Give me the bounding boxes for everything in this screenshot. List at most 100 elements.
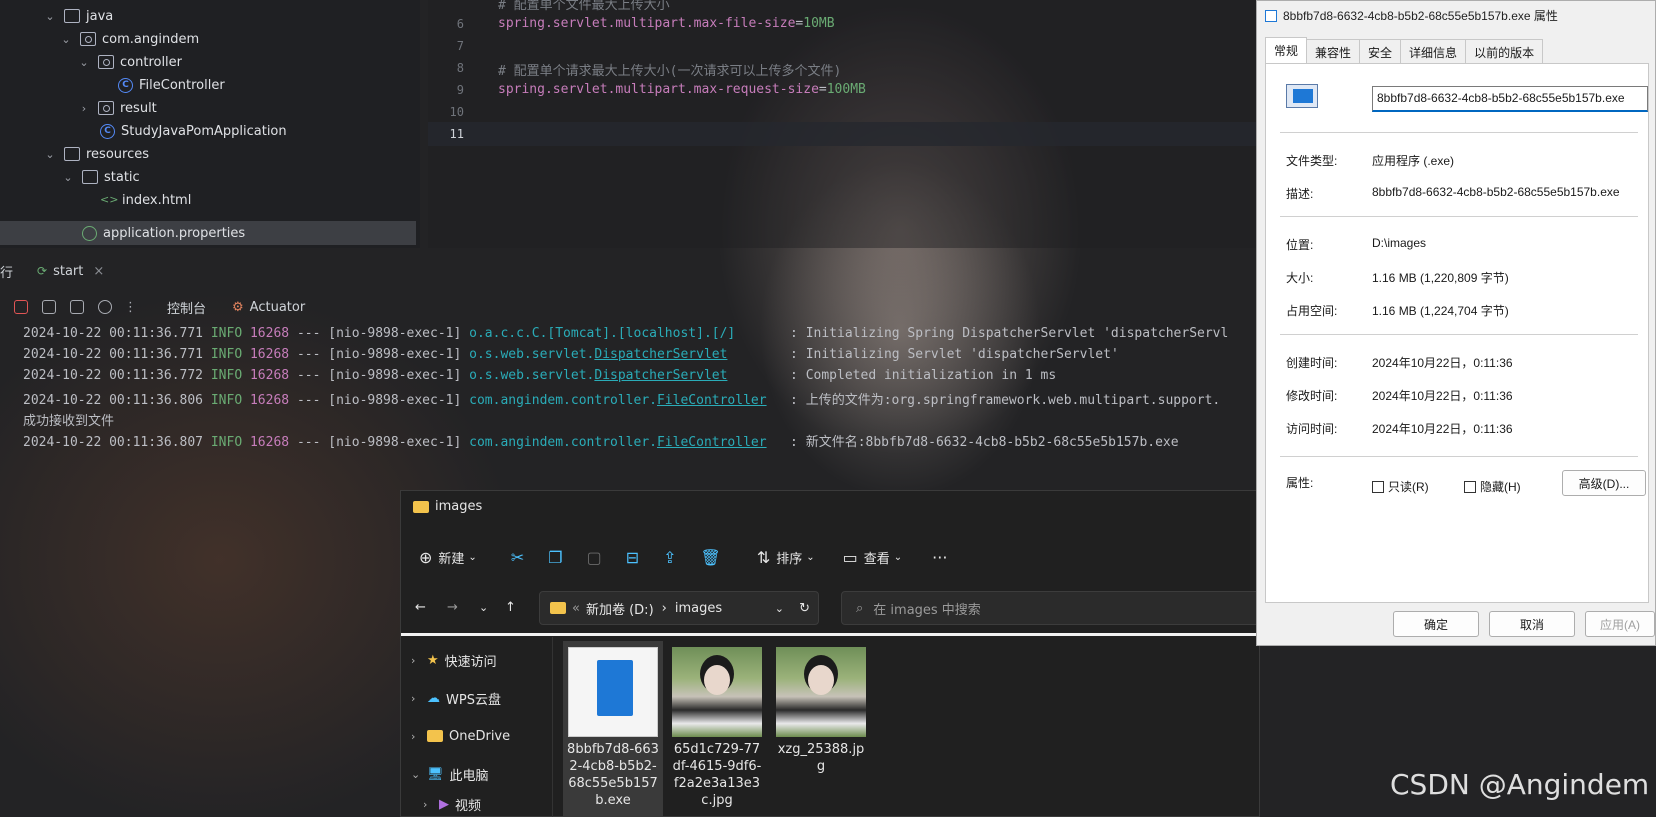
back-arrow-icon[interactable]: ← — [415, 600, 426, 615]
address-bar[interactable]: « 新加卷 (D:) › images ⌄ ↻ — [539, 591, 819, 625]
spring-class-icon: C — [100, 123, 115, 139]
chevron-down-icon: ⌄ — [63, 170, 73, 184]
log-pid: 16268 — [249, 435, 290, 450]
trash-icon: 🗑 — [700, 547, 721, 567]
share-icon: ⇪ — [663, 547, 677, 567]
property-value: 10MB — [803, 16, 835, 31]
watermark: CSDN @Angindem — [1390, 768, 1650, 801]
recent-chevron-icon[interactable]: ⌄ — [479, 601, 488, 614]
tree-item-java[interactable]: ⌄ java — [44, 4, 113, 28]
camera-icon[interactable] — [42, 300, 56, 314]
divider — [1280, 334, 1638, 335]
file-item-jpg-2[interactable]: xzg_25388.jpg — [771, 641, 871, 775]
star-icon: ★ — [427, 652, 439, 668]
nav-item-videos[interactable]: › ▶ 视频 — [423, 791, 481, 817]
tree-item-result[interactable]: › result — [78, 96, 157, 120]
tree-item-index-html[interactable]: <> index.html — [100, 188, 191, 212]
log-thread: --- [nio-9898-exec-1] — [289, 393, 470, 408]
navigation-pane: › ★ 快速访问 › ☁ WPS云盘 › OneDrive ⌄ 🖥 此电脑 › ▶ 视频 — [401, 637, 553, 817]
cut-icon: ✂ — [510, 547, 525, 567]
video-icon: ▶ — [439, 796, 449, 812]
tree-item-label: com.angindem — [102, 31, 200, 47]
image-thumbnail — [776, 647, 866, 737]
breadcrumb-drive[interactable]: 新加卷 (D:) — [586, 599, 654, 618]
log-class: com.angindem.controller. — [469, 393, 657, 408]
log-class: o.a.c.c.C.[Tomcat].[localhost].[/] — [469, 326, 736, 341]
hidden-checkbox[interactable]: 隐藏(H) — [1464, 478, 1521, 495]
nav-item-onedrive[interactable]: › OneDrive — [411, 723, 510, 749]
paste-button[interactable]: ▢ — [587, 548, 608, 567]
nav-item-wps-cloud[interactable]: › ☁ WPS云盘 — [411, 685, 501, 711]
tree-item-com-angindem[interactable]: ⌄ com.angindem — [60, 27, 199, 51]
sort-button[interactable]: ⇅ 排序 ⌄ — [757, 548, 815, 567]
prop-value: 8bbfb7d8-6632-4cb8-b5b2-68c55e5b157b.exe — [1372, 185, 1620, 199]
file-item-jpg-1[interactable]: 65d1c729-77df-4615-9df6-f2a2e3a13e3c.jpg — [667, 641, 767, 809]
filename-field[interactable]: 8bbfb7d8-6632-4cb8-b5b2-68c55e5b157b.exe — [1372, 86, 1648, 112]
prop-label: 修改时间: — [1286, 389, 1338, 403]
chevron-down-icon[interactable]: ⌄ — [775, 602, 784, 615]
view-button[interactable]: ▭ 查看 ⌄ — [843, 548, 903, 567]
copy-button[interactable]: ❐ — [548, 548, 568, 567]
cancel-button[interactable]: 取消 — [1489, 611, 1575, 637]
log-class: com.angindem.controller. — [469, 435, 657, 450]
stop-icon[interactable] — [14, 300, 28, 314]
tree-item-filecontroller[interactable]: C FileController — [118, 73, 225, 97]
delete-button[interactable]: 🗑 — [701, 548, 727, 567]
tree-item-application-properties[interactable]: application.properties — [0, 221, 416, 245]
tree-item-controller[interactable]: ⌄ controller — [78, 50, 182, 74]
tree-item-static[interactable]: ⌄ static — [62, 165, 139, 189]
resources-folder-icon — [64, 147, 80, 161]
readonly-checkbox[interactable]: 只读(R) — [1372, 478, 1429, 495]
tree-item-application-class[interactable]: C StudyJavaPomApplication — [100, 119, 287, 143]
nav-item-quick-access[interactable]: › ★ 快速访问 — [411, 647, 497, 673]
log-class: o.s.web.servlet. — [469, 368, 595, 383]
nav-item-this-pc[interactable]: ⌄ 🖥 此电脑 — [411, 761, 489, 787]
close-tab-icon[interactable]: × — [93, 264, 104, 279]
share-button[interactable]: ⇪ — [663, 548, 682, 567]
computer-icon: 🖥 — [427, 766, 444, 782]
apply-button[interactable]: 应用(A) — [1585, 611, 1655, 637]
advanced-button[interactable]: 高级(D)... — [1562, 470, 1646, 496]
ok-button[interactable]: 确定 — [1393, 611, 1479, 637]
cut-button[interactable]: ✂ — [511, 548, 530, 567]
run-tool-header: 行 ⟳ start × — [0, 256, 1260, 286]
search-input[interactable]: ⌕ 在 images 中搜索 — [841, 591, 1261, 625]
log-class-link[interactable]: FileController — [657, 435, 767, 450]
breadcrumb-folder[interactable]: images — [675, 601, 722, 616]
log-message: : Completed initialization in 1 ms — [727, 368, 1057, 383]
more-icon[interactable]: ⋮ — [124, 300, 137, 315]
tab-console[interactable]: 控制台 — [167, 298, 206, 317]
file-item-exe[interactable]: 8bbfb7d8-6632-4cb8-b5b2-68c55e5b157b.exe — [563, 641, 663, 817]
log-message: : Initializing Spring DispatcherServlet … — [735, 326, 1229, 341]
new-button[interactable]: ⊕ 新建 ⌄ — [419, 548, 477, 567]
rename-icon: ⊟ — [625, 547, 640, 567]
restore-icon[interactable] — [70, 300, 84, 314]
log-class-link[interactable]: DispatcherServlet — [594, 347, 727, 362]
forward-arrow-icon[interactable]: → — [447, 600, 458, 615]
prop-value: 2024年10月22日，0:11:36 — [1372, 389, 1513, 403]
tab-actuator[interactable]: Actuator — [250, 300, 306, 315]
tree-item-label: FileController — [139, 77, 225, 93]
rename-button[interactable]: ⊟ — [626, 548, 645, 567]
chevron-down-icon: ⌄ — [893, 551, 903, 563]
code-editor[interactable]: # 配置单个文件最大上传大小 6 spring.servlet.multipar… — [428, 0, 1258, 248]
sort-icon: ⇅ — [756, 547, 771, 567]
gauge-icon[interactable] — [98, 300, 112, 314]
log-level: INFO — [210, 393, 243, 408]
divider — [1280, 216, 1638, 217]
refresh-icon[interactable]: ↻ — [799, 601, 810, 616]
more-options-button[interactable]: ··· — [932, 548, 947, 567]
tab-general[interactable]: 常规 — [1265, 37, 1308, 65]
progress-divider — [401, 633, 1261, 636]
run-side-label: 行 — [0, 265, 14, 281]
log-class-link[interactable]: DispatcherServlet — [594, 368, 727, 383]
up-arrow-icon[interactable]: ↑ — [505, 600, 516, 615]
log-line: 2024-10-22 00:11:36.807 INFO 16268 --- [… — [23, 431, 1179, 450]
tree-item-resources[interactable]: ⌄ resources — [44, 142, 149, 166]
code-line: spring.servlet.multipart.max-request-siz… — [498, 82, 866, 97]
run-tab-start[interactable]: start — [53, 264, 83, 279]
log-class-link[interactable]: FileController — [657, 393, 767, 408]
log-thread: --- [nio-9898-exec-1] — [289, 326, 470, 341]
console-output[interactable]: 2024-10-22 00:11:36.771 INFO 16268 --- [… — [0, 324, 1260, 494]
tree-item-label: StudyJavaPomApplication — [121, 123, 287, 139]
